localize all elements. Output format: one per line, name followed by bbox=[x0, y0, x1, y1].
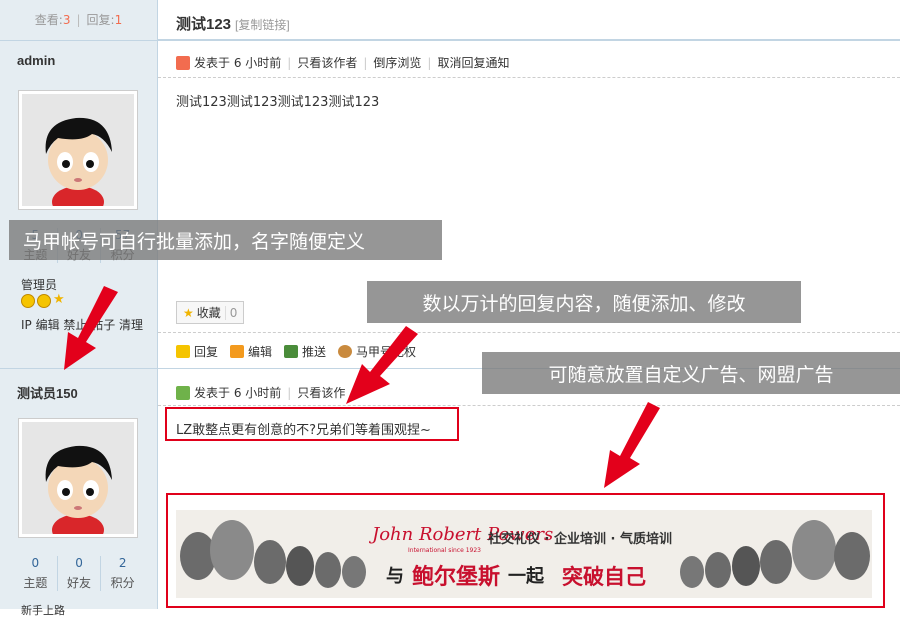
medal-icons: ★ bbox=[21, 292, 65, 308]
post-actions: 回复 编辑 推送 马甲号无权 bbox=[176, 343, 428, 360]
post-meta: 发表于 6 小时前 | 只看该作者 | 倒序浏览 | 取消回复通知 bbox=[176, 54, 509, 71]
stat-label: 好友 bbox=[67, 576, 92, 590]
cancel-notify-link[interactable]: 取消回复通知 bbox=[437, 54, 509, 71]
only-author-link[interactable]: 只看该作 bbox=[297, 384, 345, 401]
stat-label: 主题 bbox=[23, 576, 48, 590]
favorite-count: 0 bbox=[224, 305, 237, 320]
ad-name: 鲍尔堡斯 bbox=[412, 564, 500, 590]
author-sidebar: 查看:3|回复:1 admin 5主题 0好友 57积分 管理员 ★ bbox=[0, 0, 158, 617]
ad-illustration: John Robert Powers International since 1… bbox=[176, 510, 872, 598]
edit-button[interactable]: 编辑 bbox=[230, 343, 272, 360]
user-icon bbox=[176, 55, 190, 70]
highlight-box bbox=[165, 407, 459, 441]
reply-button[interactable]: 回复 bbox=[176, 343, 218, 360]
smiley-icon bbox=[21, 294, 35, 308]
smiley-icon bbox=[37, 294, 51, 308]
copy-link[interactable]: [复制链接] bbox=[235, 18, 290, 32]
views-label: 查看: bbox=[34, 13, 63, 27]
ad-line1: 社交礼仪 · 企业培训 · 气质培训 bbox=[487, 531, 672, 547]
page-title: 测试123 bbox=[176, 16, 232, 33]
post-content: 测试123测试123测试123测试123 bbox=[176, 95, 380, 110]
push-button[interactable]: 推送 bbox=[284, 343, 326, 360]
post-time: 发表于 6 小时前 bbox=[194, 386, 282, 400]
callout-replies: 数以万计的回复内容，随便添加、修改 bbox=[367, 281, 801, 323]
only-author-link[interactable]: 只看该作者 bbox=[297, 54, 357, 71]
ad-since: International since 1923 bbox=[408, 547, 481, 554]
views-count: 3 bbox=[62, 13, 71, 27]
author-name[interactable]: 测试员150 bbox=[17, 383, 78, 402]
replies-label: 回复: bbox=[86, 13, 115, 27]
favorite-label: 收藏 bbox=[196, 306, 221, 320]
ad-banner[interactable]: John Robert Powers International since 1… bbox=[176, 510, 872, 598]
author-name[interactable]: admin bbox=[17, 53, 55, 68]
star-icon: ★ bbox=[183, 305, 194, 320]
coffee-icon bbox=[338, 345, 353, 358]
avatar[interactable] bbox=[18, 418, 138, 538]
admin-links[interactable]: IP 编辑 禁止 帖子 清理 bbox=[21, 316, 143, 333]
avatar[interactable] bbox=[18, 90, 138, 210]
stat-num[interactable]: 0 bbox=[58, 556, 101, 570]
post-time: 发表于 6 小时前 bbox=[194, 56, 282, 70]
favorite-button[interactable]: ★ 收藏 0 bbox=[176, 301, 245, 324]
callout-vest-accounts: 马甲帐号可自行批量添加，名字随便定义 bbox=[9, 220, 442, 260]
avatar-illustration bbox=[22, 94, 134, 206]
stat-num[interactable]: 0 bbox=[14, 556, 57, 570]
user-group: 管理员 bbox=[21, 278, 58, 292]
stat-num[interactable]: 2 bbox=[101, 556, 144, 570]
thread-title: 测试123 [复制链接] bbox=[176, 13, 290, 34]
post-meta: 发表于 6 小时前 | 只看该作 bbox=[176, 384, 345, 401]
callout-ads: 可随意放置自定义广告、网盟广告 bbox=[482, 352, 900, 394]
user-icon bbox=[176, 385, 190, 400]
author-stats: 0 主题 0 好友 2 积分 bbox=[14, 556, 144, 591]
pencil-icon bbox=[230, 345, 245, 358]
thread-stats: 查看:3 | 回复:1 bbox=[34, 13, 123, 27]
replies-count: 1 bbox=[114, 13, 123, 27]
star-icon: ★ bbox=[53, 292, 65, 307]
vest-button[interactable]: 马甲号无权 bbox=[338, 343, 416, 360]
ad-mid: 一起 bbox=[508, 565, 545, 587]
reply-icon bbox=[176, 345, 190, 358]
avatar-illustration bbox=[22, 422, 134, 534]
ad-prefix: 与 bbox=[386, 566, 404, 587]
reverse-order-link[interactable]: 倒序浏览 bbox=[373, 54, 421, 71]
push-icon bbox=[284, 345, 299, 358]
user-group: 新手上路 bbox=[21, 604, 65, 617]
ad-slogan: 突破自己 bbox=[562, 565, 646, 589]
stat-label: 积分 bbox=[110, 576, 135, 590]
